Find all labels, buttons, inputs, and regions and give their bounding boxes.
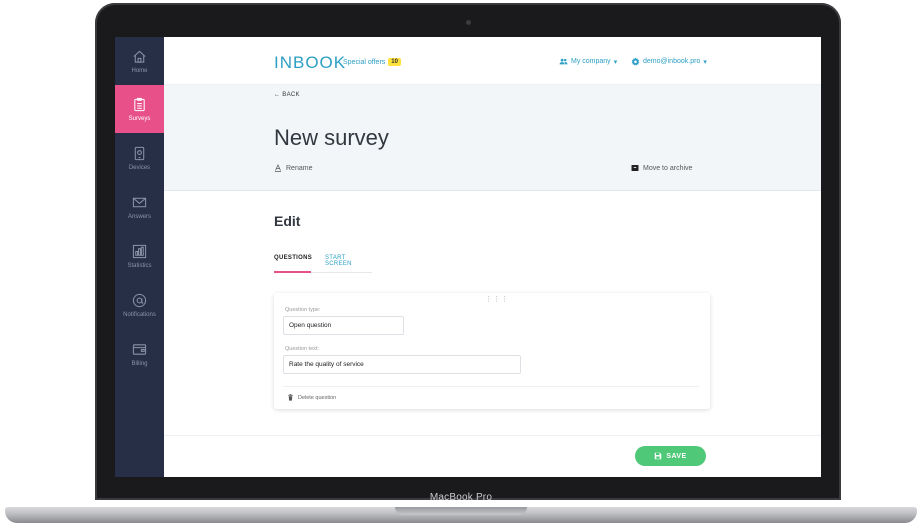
- save-label: SAVE: [666, 452, 687, 460]
- rename-icon: [275, 164, 281, 172]
- card-divider: [283, 386, 699, 387]
- drag-handle-icon[interactable]: ⋮⋮⋮: [485, 295, 509, 303]
- laptop-notch: [395, 507, 527, 515]
- tablet-icon: [134, 146, 145, 160]
- special-offers-link[interactable]: Special offers 10: [343, 58, 401, 66]
- question-text-input[interactable]: Rate the quality of service: [283, 355, 521, 374]
- save-button[interactable]: SAVE: [635, 446, 706, 466]
- sidebar-item-devices[interactable]: Devices: [115, 134, 164, 182]
- sidebar: Home Surveys Devices Answers Statistics …: [115, 37, 164, 477]
- save-bar: SAVE: [164, 435, 821, 477]
- user-email: demo@inbook.pro: [643, 58, 701, 65]
- sidebar-item-statistics[interactable]: Statistics: [115, 232, 164, 280]
- camera: [466, 20, 471, 25]
- sidebar-item-label: Devices: [128, 164, 151, 171]
- archive-icon: [631, 165, 639, 171]
- sidebar-item-label: Home: [131, 67, 148, 74]
- special-offers-label: Special offers: [343, 58, 386, 66]
- app-screen: Home Surveys Devices Answers Statistics …: [115, 37, 821, 477]
- at-icon: [132, 293, 147, 307]
- question-type-label: Question type:: [285, 307, 321, 313]
- trash-icon: [288, 394, 293, 401]
- sidebar-item-surveys[interactable]: Surveys: [115, 85, 164, 133]
- question-text-label: Question text:: [285, 346, 319, 352]
- sidebar-item-notifications[interactable]: Notifications: [115, 281, 164, 329]
- sidebar-item-label: Surveys: [128, 115, 151, 122]
- wallet-icon: [132, 343, 147, 355]
- chevron-down-icon: ▾: [613, 58, 618, 66]
- tab-start-screen[interactable]: START SCREEN: [325, 255, 372, 267]
- home-icon: [133, 50, 146, 63]
- active-tab-indicator: [274, 271, 311, 273]
- move-to-archive-button[interactable]: Move to archive: [631, 164, 692, 172]
- delete-question-label: Delete question: [298, 394, 337, 401]
- page-title: New survey: [274, 125, 389, 150]
- sidebar-item-label: Answers: [127, 213, 151, 220]
- chevron-down-icon: ▾: [703, 58, 707, 66]
- sidebar-item-label: Statistics: [127, 262, 152, 269]
- editor-tabs: QUESTIONS START SCREEN: [274, 255, 372, 273]
- inbook-logo[interactable]: INBOOK: [274, 53, 346, 73]
- page-header-band: ← BACK New survey Rename Move to archive: [164, 85, 821, 191]
- sidebar-item-label: Notifications: [123, 311, 156, 318]
- sidebar-item-billing[interactable]: Billing: [115, 330, 164, 378]
- sidebar-item-label: Billing: [131, 360, 148, 367]
- rename-button[interactable]: Rename: [274, 164, 312, 172]
- question-type-select[interactable]: Open question: [283, 316, 404, 335]
- floppy-icon: [655, 452, 662, 460]
- archive-label: Move to archive: [643, 164, 693, 172]
- company-label: My company: [571, 58, 611, 65]
- user-menu[interactable]: demo@inbook.pro ▾: [631, 57, 707, 66]
- tab-questions[interactable]: QUESTIONS: [274, 255, 312, 261]
- edit-section-title: Edit: [274, 213, 301, 229]
- company-menu[interactable]: My company ▾: [559, 57, 617, 66]
- envelope-icon: [132, 197, 147, 207]
- rename-label: Rename: [286, 164, 313, 172]
- users-icon: [559, 58, 568, 65]
- question-card: ⋮⋮⋮ Question type: Open question Questio…: [274, 293, 710, 409]
- clipboard-icon: [134, 97, 145, 111]
- back-link[interactable]: ← BACK: [274, 92, 300, 98]
- delete-question-button[interactable]: Delete question: [287, 394, 336, 401]
- top-header: INBOOK Special offers 10 My company ▾ de…: [164, 37, 821, 85]
- gear-icon: [631, 57, 640, 66]
- sidebar-item-answers[interactable]: Answers: [115, 183, 164, 231]
- device-model-label: MacBook Pro: [429, 492, 493, 503]
- chart-icon: [132, 244, 147, 258]
- offers-count-badge: 10: [388, 58, 401, 66]
- sidebar-item-home[interactable]: Home: [115, 37, 164, 85]
